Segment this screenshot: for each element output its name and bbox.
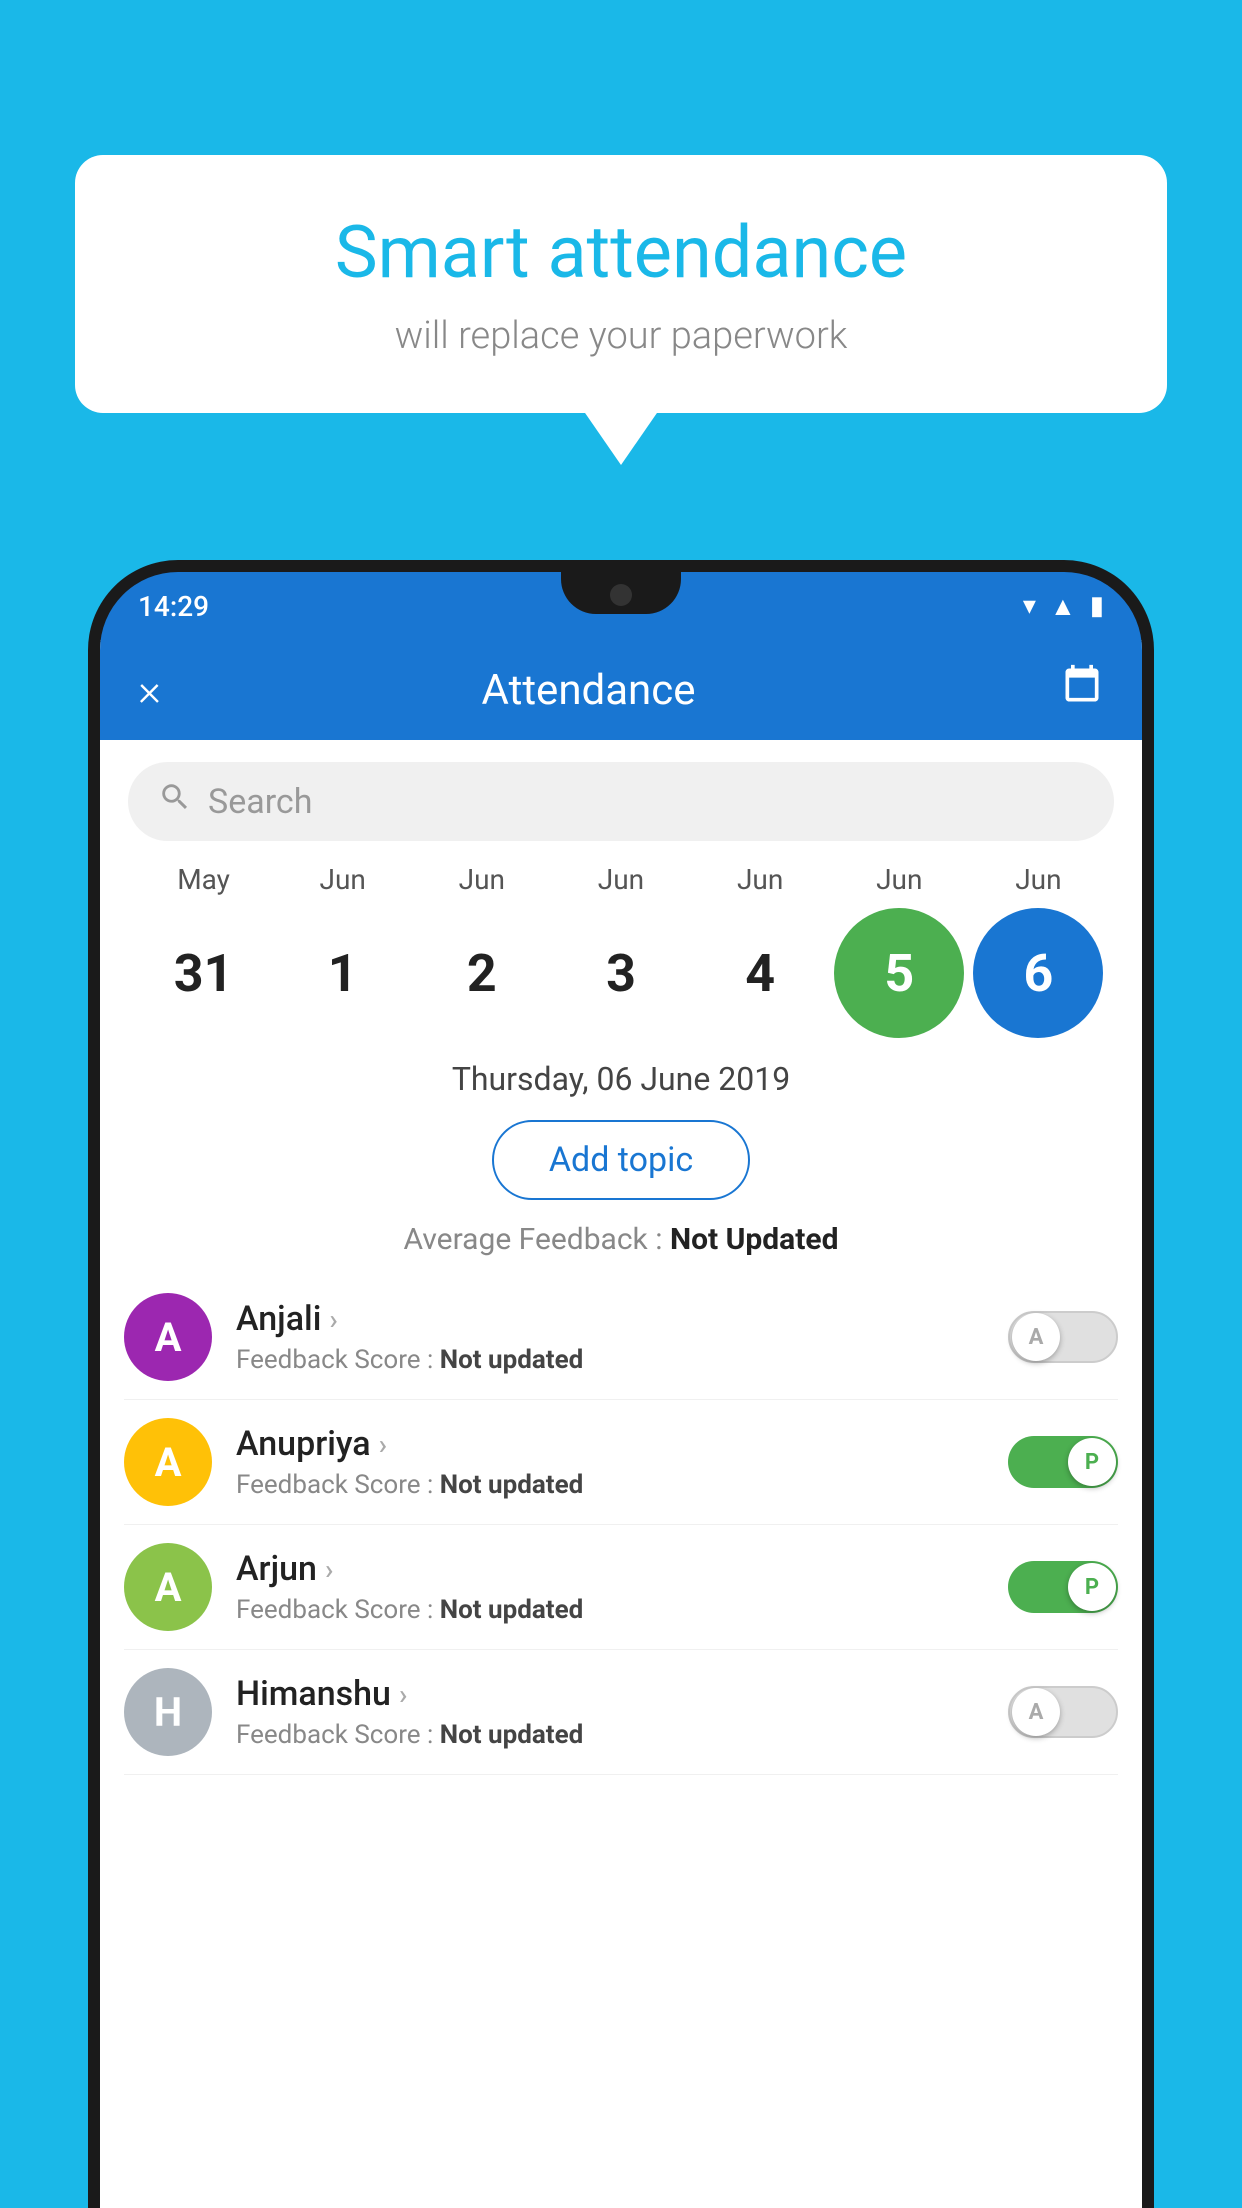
student-feedback: Feedback Score : Not updated bbox=[236, 1720, 990, 1750]
toggle-on: P bbox=[1008, 1561, 1118, 1613]
signal-icon: ▲ bbox=[1050, 591, 1076, 622]
search-bar[interactable]: Search bbox=[128, 762, 1114, 841]
toggle-knob: P bbox=[1068, 1563, 1116, 1611]
avg-feedback-label: Average Feedback : bbox=[404, 1222, 663, 1257]
toggle-knob: A bbox=[1012, 1688, 1060, 1736]
list-item: A Anupriya › Feedback Score : Not update… bbox=[124, 1400, 1118, 1525]
chevron-right-icon: › bbox=[399, 1678, 407, 1711]
close-button[interactable]: × bbox=[138, 664, 161, 716]
date-6-selected[interactable]: 6 bbox=[973, 908, 1103, 1038]
student-info: Arjun › Feedback Score : Not updated bbox=[236, 1549, 990, 1625]
date-4[interactable]: 4 bbox=[695, 908, 825, 1038]
calendar-row: May Jun Jun Jun Jun Jun Jun 31 1 2 3 4 bbox=[100, 863, 1142, 1038]
toggle-knob: A bbox=[1012, 1313, 1060, 1361]
student-feedback: Feedback Score : Not updated bbox=[236, 1470, 990, 1500]
date-31[interactable]: 31 bbox=[139, 908, 269, 1038]
date-3[interactable]: 3 bbox=[556, 908, 686, 1038]
month-0: May bbox=[139, 863, 269, 896]
toggle-knob: P bbox=[1068, 1438, 1116, 1486]
status-time: 14:29 bbox=[138, 590, 209, 623]
toggle-on: P bbox=[1008, 1436, 1118, 1488]
notch bbox=[561, 572, 681, 614]
avatar: H bbox=[124, 1668, 212, 1756]
app-bar: × Attendance bbox=[100, 640, 1142, 740]
avatar: A bbox=[124, 1293, 212, 1381]
add-topic-button[interactable]: Add topic bbox=[492, 1120, 750, 1200]
selected-date-display: Thursday, 06 June 2019 bbox=[100, 1060, 1142, 1098]
attendance-toggle[interactable]: A bbox=[1008, 1311, 1118, 1363]
avatar: A bbox=[124, 1418, 212, 1506]
student-name[interactable]: Anupriya › bbox=[236, 1424, 990, 1464]
speech-bubble-title: Smart attendance bbox=[135, 210, 1107, 296]
list-item: A Anjali › Feedback Score : Not updated bbox=[124, 1275, 1118, 1400]
screen-wrapper: × Attendance Search bbox=[100, 640, 1142, 2208]
search-icon bbox=[158, 780, 192, 823]
student-info: Himanshu › Feedback Score : Not updated bbox=[236, 1674, 990, 1750]
student-name[interactable]: Anjali › bbox=[236, 1299, 990, 1339]
status-bar: 14:29 ▾ ▲ ▮ bbox=[100, 572, 1142, 640]
calendar-dates: 31 1 2 3 4 5 6 bbox=[124, 908, 1118, 1038]
avatar: A bbox=[124, 1543, 212, 1631]
student-info: Anupriya › Feedback Score : Not updated bbox=[236, 1424, 990, 1500]
attendance-toggle[interactable]: A bbox=[1008, 1686, 1118, 1738]
student-list: A Anjali › Feedback Score : Not updated bbox=[100, 1275, 1142, 1775]
battery-icon: ▮ bbox=[1090, 591, 1104, 621]
avg-feedback-value: Not Updated bbox=[670, 1222, 839, 1257]
month-5: Jun bbox=[834, 863, 964, 896]
app-title: Attendance bbox=[191, 666, 986, 715]
date-1[interactable]: 1 bbox=[278, 908, 408, 1038]
student-feedback: Feedback Score : Not updated bbox=[236, 1595, 990, 1625]
chevron-right-icon: › bbox=[329, 1303, 337, 1336]
list-item: A Arjun › Feedback Score : Not updated bbox=[124, 1525, 1118, 1650]
month-2: Jun bbox=[417, 863, 547, 896]
calendar-months: May Jun Jun Jun Jun Jun Jun bbox=[124, 863, 1118, 896]
date-2[interactable]: 2 bbox=[417, 908, 547, 1038]
month-6: Jun bbox=[973, 863, 1103, 896]
screen-content: Search May Jun Jun Jun Jun Jun Jun 31 bbox=[100, 740, 1142, 1775]
month-1: Jun bbox=[278, 863, 408, 896]
search-placeholder: Search bbox=[208, 782, 312, 822]
attendance-toggle[interactable]: P bbox=[1008, 1561, 1118, 1613]
toggle-off: A bbox=[1008, 1311, 1118, 1363]
front-camera bbox=[610, 584, 632, 606]
month-4: Jun bbox=[695, 863, 825, 896]
student-feedback: Feedback Score : Not updated bbox=[236, 1345, 990, 1375]
average-feedback: Average Feedback : Not Updated bbox=[100, 1222, 1142, 1257]
month-3: Jun bbox=[556, 863, 686, 896]
list-item: H Himanshu › Feedback Score : Not update… bbox=[124, 1650, 1118, 1775]
chevron-right-icon: › bbox=[325, 1553, 333, 1586]
speech-bubble-subtitle: will replace your paperwork bbox=[135, 314, 1107, 358]
calendar-icon[interactable] bbox=[1060, 663, 1104, 717]
phone-mockup: 14:29 ▾ ▲ ▮ × Attendance bbox=[88, 560, 1154, 2208]
toggle-off: A bbox=[1008, 1686, 1118, 1738]
wifi-icon: ▾ bbox=[1023, 591, 1036, 621]
phone-inner: 14:29 ▾ ▲ ▮ × Attendance bbox=[100, 572, 1142, 2208]
student-info: Anjali › Feedback Score : Not updated bbox=[236, 1299, 990, 1375]
chevron-right-icon: › bbox=[379, 1428, 387, 1461]
student-name[interactable]: Himanshu › bbox=[236, 1674, 990, 1714]
date-5-today[interactable]: 5 bbox=[834, 908, 964, 1038]
status-icons: ▾ ▲ ▮ bbox=[1023, 591, 1104, 622]
attendance-toggle[interactable]: P bbox=[1008, 1436, 1118, 1488]
speech-bubble: Smart attendance will replace your paper… bbox=[75, 155, 1167, 413]
student-name[interactable]: Arjun › bbox=[236, 1549, 990, 1589]
